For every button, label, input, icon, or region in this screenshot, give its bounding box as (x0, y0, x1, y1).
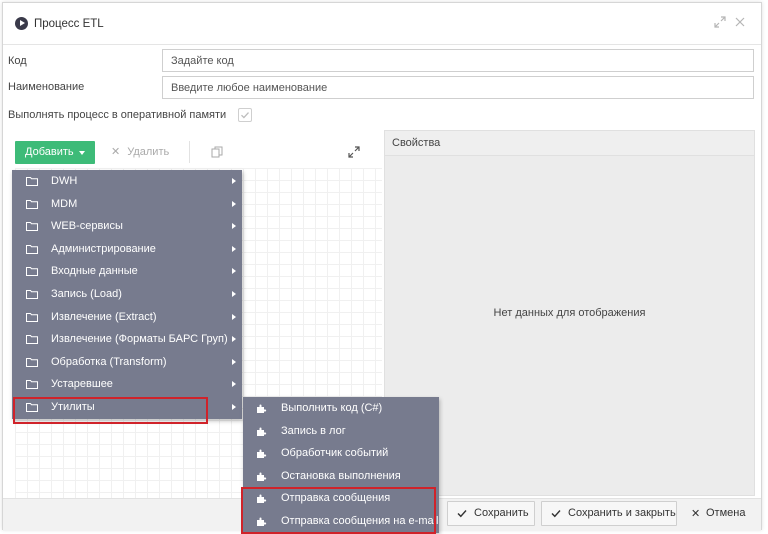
close-icon: ✕ (691, 508, 701, 520)
add-dropdown-menu: DWH MDM WEB-сервисы Администрирование Вх… (12, 170, 242, 419)
folder-icon (26, 312, 38, 322)
chevron-right-icon (232, 290, 236, 297)
highlight-frame-utilities (13, 397, 208, 424)
code-input[interactable] (162, 49, 754, 72)
menu-item-label: MDM (51, 197, 78, 210)
menu-item-load[interactable]: Запись (Load) (12, 283, 242, 306)
close-icon[interactable] (733, 16, 747, 30)
chevron-right-icon (232, 381, 236, 388)
name-label: Наименование (8, 81, 85, 93)
chevron-right-icon (232, 178, 236, 184)
submenu-item-stop-execution[interactable]: Остановка выполнения (243, 465, 439, 488)
folder-icon (26, 267, 38, 277)
menu-item-extract-bars[interactable]: Извлечение (Форматы БАРС Груп) (12, 328, 242, 351)
save-close-button[interactable]: Сохранить и закрыть (541, 501, 677, 526)
menu-item-extract[interactable]: Извлечение (Extract) (12, 306, 242, 329)
menu-item-label: Администрирование (51, 242, 156, 255)
name-input[interactable] (162, 76, 754, 99)
highlight-frame-send-items (241, 487, 436, 534)
menu-item-deprecated[interactable]: Устаревшее (12, 373, 242, 396)
menu-item-label: DWH (51, 175, 78, 187)
chevron-right-icon (232, 200, 236, 207)
folder-icon (26, 380, 38, 390)
save-button-label: Сохранить (474, 507, 529, 519)
check-icon (241, 112, 249, 119)
puzzle-icon (257, 472, 267, 481)
folder-icon (26, 222, 38, 232)
chevron-right-icon (232, 358, 236, 365)
submenu-item-label: Запись в лог (281, 424, 346, 437)
delete-button[interactable]: ✕ Удалить (111, 145, 169, 158)
menu-item-label: Входные данные (51, 265, 138, 278)
submenu-item-label: Обработчик событий (281, 447, 389, 460)
chevron-down-icon (79, 151, 85, 155)
submenu-item-execute-code[interactable]: Выполнить код (C#) (243, 397, 439, 420)
close-icon: ✕ (111, 146, 121, 158)
menu-item-label: Извлечение (Форматы БАРС Груп) (51, 333, 228, 346)
menu-item-label: Извлечение (Extract) (51, 310, 157, 323)
save-button[interactable]: Сохранить (447, 501, 535, 526)
window-titlebar: Процесс ETL (3, 3, 761, 45)
properties-header: Свойства (385, 131, 754, 156)
chevron-right-icon (232, 313, 236, 320)
folder-icon (26, 335, 38, 345)
inmemory-checkbox[interactable] (238, 108, 252, 122)
puzzle-icon (257, 427, 267, 436)
menu-item-label: WEB-сервисы (51, 220, 123, 233)
inmemory-label: Выполнять процесс в оперативной памяти (8, 109, 227, 121)
folder-icon (26, 177, 38, 186)
menu-item-administration[interactable]: Администрирование (12, 238, 242, 261)
menu-item-mdm[interactable]: MDM (12, 193, 242, 216)
chevron-right-icon (232, 403, 236, 410)
delete-button-label: Удалить (127, 146, 170, 158)
menu-item-transform[interactable]: Обработка (Transform) (12, 351, 242, 374)
window-title: Процесс ETL (34, 18, 104, 30)
copy-icon[interactable] (211, 146, 223, 161)
puzzle-icon (257, 449, 267, 459)
add-button-label: Добавить (25, 146, 74, 158)
chevron-right-icon (232, 268, 236, 275)
properties-empty-text: Нет данных для отображения (493, 307, 646, 319)
menu-item-label: Устаревшее (51, 378, 113, 391)
menu-item-input-data[interactable]: Входные данные (12, 260, 242, 283)
submenu-item-label: Остановка выполнения (281, 469, 401, 482)
submenu-item-event-handler[interactable]: Обработчик событий (243, 442, 439, 465)
menu-item-dwh[interactable]: DWH (12, 170, 242, 193)
properties-panel: Свойства Нет данных для отображения (384, 130, 755, 496)
chevron-right-icon (232, 336, 236, 343)
folder-icon (26, 244, 38, 254)
puzzle-icon (257, 404, 267, 413)
chevron-right-icon (232, 223, 236, 230)
cancel-button[interactable]: ✕ Отмена (691, 507, 746, 520)
menu-item-label: Запись (Load) (51, 287, 122, 300)
check-icon (457, 510, 467, 518)
chevron-right-icon (232, 245, 236, 252)
save-close-button-label: Сохранить и закрыть (568, 507, 676, 519)
expand-icon[interactable] (348, 146, 360, 161)
maximize-icon[interactable] (713, 16, 727, 30)
submenu-item-write-log[interactable]: Запись в лог (243, 420, 439, 443)
submenu-item-label: Выполнить код (C#) (281, 402, 383, 414)
code-label: Код (8, 55, 27, 67)
folder-icon (26, 289, 38, 299)
cancel-button-label: Отмена (706, 507, 746, 519)
check-icon (551, 510, 561, 518)
menu-item-label: Обработка (Transform) (51, 355, 167, 368)
folder-icon (26, 199, 38, 209)
folder-icon (26, 357, 38, 367)
play-circle-icon (15, 17, 28, 30)
add-button[interactable]: Добавить (15, 141, 95, 164)
toolbar-divider (189, 141, 190, 163)
menu-item-web-services[interactable]: WEB-сервисы (12, 215, 242, 238)
